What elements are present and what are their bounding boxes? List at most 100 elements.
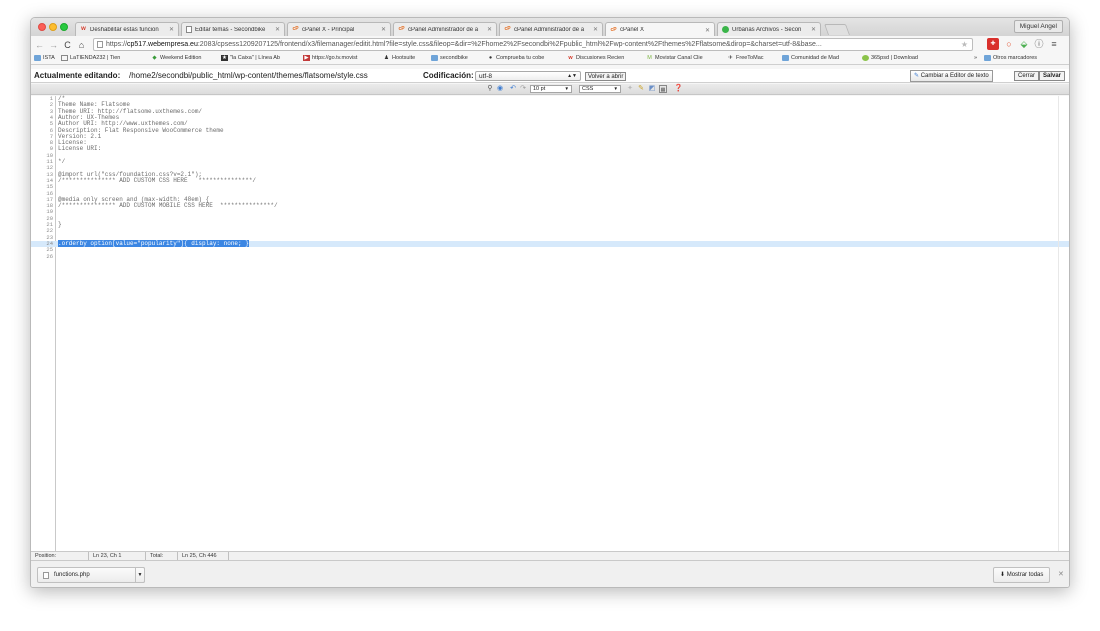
switch-editor-button[interactable]: ✎ Cambiar a Editor de texto [910, 70, 993, 82]
w-icon: w [568, 55, 573, 61]
browser-tab[interactable]: Urbanas Archivos - Secon ✕ [717, 22, 821, 36]
address-bar[interactable]: https://cp517.webempresa.eu:2083/cpsess1… [93, 38, 973, 51]
bookmark-item[interactable]: Comunidad de Mad [782, 55, 839, 61]
code-line[interactable]: 22 [31, 228, 1069, 234]
folder-icon [984, 55, 991, 61]
navigation-bar: ← → C ⌂ https://cp517.webempresa.eu:2083… [31, 36, 1069, 53]
encoding-select[interactable]: utf-8 ▲▼ [475, 71, 581, 81]
code-line[interactable]: 25 [31, 247, 1069, 253]
bookmarks-overflow[interactable]: » [974, 55, 977, 61]
close-button[interactable]: Cerrar [1014, 71, 1040, 81]
file-icon [43, 572, 49, 579]
bookmark-item[interactable]: M Movistar Canal Clie [646, 55, 702, 61]
code-line[interactable]: 19 [31, 209, 1069, 215]
bookmark-item[interactable]: ISTA [34, 55, 55, 61]
download-icon: ⬇ [1000, 572, 1006, 578]
browser-tab[interactable]: w Deshabilitar estas funcion ✕ [75, 22, 179, 36]
zoom-window-button[interactable] [60, 23, 68, 31]
redo-icon[interactable]: ↷ [519, 85, 527, 93]
back-icon[interactable]: ← [34, 40, 45, 50]
browser-tab[interactable]: cP cPanel X - Principal ✕ [287, 22, 391, 36]
chevron-down-icon[interactable]: ▼ [135, 567, 145, 583]
code-line[interactable]: 8 License: [31, 140, 1069, 146]
browser-tab[interactable]: cP cPanel Administrador de a ✕ [393, 22, 497, 36]
folder-icon [431, 55, 438, 61]
new-tab-button[interactable] [823, 24, 851, 35]
bookmark-item[interactable]: 365psd | Download [862, 55, 918, 61]
code-line[interactable]: 14/*************** ADD CUSTOM CSS HERE *… [31, 177, 1069, 184]
download-item[interactable]: functions.php ▼ [37, 567, 145, 583]
code-line[interactable]: 26 [31, 253, 1069, 260]
psd-icon [862, 55, 869, 61]
chevron-down-icon: ▼ [613, 86, 618, 91]
font-size-select[interactable]: 10 pt ▼ [530, 85, 572, 93]
chevron-down-icon: ▲▼ [567, 73, 577, 79]
show-all-button[interactable]: ⬇ Mostrar todas [993, 567, 1051, 583]
close-window-button[interactable] [38, 23, 46, 31]
close-icon[interactable]: ✕ [1058, 570, 1064, 578]
code-line[interactable]: 15 [31, 184, 1069, 190]
page-icon [61, 55, 68, 61]
close-icon[interactable]: ✕ [275, 26, 280, 33]
code-line[interactable]: 3 Theme URI: http://flatsome.uxthemes.com… [31, 108, 1069, 115]
highlight-icon[interactable]: ✦ [626, 85, 634, 93]
folder-icon [782, 55, 789, 61]
search-icon[interactable]: ⚲ [486, 85, 494, 93]
code-line[interactable]: 6 Description: Flat Responsive WooCommerc… [31, 127, 1069, 134]
bookmark-item[interactable]: ● Comprueba tu cobe [487, 55, 544, 61]
code-line[interactable]: 10 [31, 152, 1069, 159]
cpanel-icon: cP [292, 26, 299, 32]
undo-icon[interactable]: ↶ [509, 85, 517, 93]
opera-icon[interactable]: ○ [1003, 38, 1015, 50]
reload-icon[interactable]: C [62, 40, 73, 50]
bookmark-item[interactable]: ◆ Weekend Edition [151, 55, 201, 61]
browser-tab[interactable]: cP cPanel Administrador de a ✕ [499, 22, 603, 36]
code-line[interactable]: 11 */ [31, 159, 1069, 165]
cpanel-icon: cP [610, 26, 617, 33]
code-line[interactable]: 7 Version: 2.1 [31, 133, 1069, 140]
save-button[interactable]: Salvar [1039, 71, 1066, 81]
bookmark-item[interactable]: ▶ https://go.tv.movist [303, 55, 357, 61]
bookmark-item[interactable]: ★ "la Caixa" | Línea Ab [221, 55, 280, 61]
reopen-button[interactable]: Volver a abrir [585, 72, 627, 81]
pencil-icon[interactable]: ✎ [637, 85, 645, 93]
code-line[interactable]: 9 License URI: [31, 146, 1069, 152]
pocket-icon[interactable]: ⬙ [1018, 38, 1030, 50]
fullscreen-icon[interactable]: ◩ [648, 85, 656, 93]
code-line[interactable]: 21} [31, 222, 1069, 228]
bookmark-star-icon[interactable]: ★ [961, 39, 968, 50]
code-line[interactable]: 1/* [31, 96, 1069, 102]
info-icon[interactable]: ⓘ [1033, 38, 1045, 50]
apple-icon: ● [488, 55, 493, 61]
code-line[interactable]: 20 [31, 215, 1069, 222]
bookmark-item[interactable]: ♟ Hootsuite [383, 55, 415, 61]
w-icon: w [81, 26, 86, 32]
code-editor[interactable]: 1/* 2 Theme Name: Flatsome 3 Theme URI: http… [31, 96, 1069, 551]
bookmark-item[interactable]: LaTIENDA232 | Tien [61, 55, 120, 61]
profile-button[interactable]: Miguel Angel [1013, 20, 1063, 33]
extension-icon[interactable]: ✚ [987, 38, 999, 50]
code-line[interactable]: 24 .orderby option[value="popularity"]{ d… [31, 239, 1069, 247]
close-icon[interactable]: ✕ [593, 26, 598, 33]
help-icon[interactable]: ❓ [674, 85, 683, 93]
code-line[interactable]: 18/*************** ADD CUSTOM MOBILE CSS… [31, 203, 1069, 209]
close-icon[interactable]: ✕ [169, 26, 174, 33]
forward-icon[interactable]: → [48, 40, 59, 50]
bookmark-item[interactable]: ✈ FreeToMac [727, 55, 763, 61]
goto-icon[interactable]: ◉ [496, 85, 504, 93]
close-icon[interactable]: ✕ [705, 27, 710, 34]
word-wrap-icon[interactable]: ▦ [659, 85, 667, 93]
bookmark-item[interactable]: Otros marcadores [984, 55, 1037, 61]
home-icon[interactable]: ⌂ [76, 40, 87, 50]
cpanel-icon: cP [398, 26, 405, 32]
syntax-select[interactable]: CSS ▼ [579, 85, 621, 93]
bookmark-item[interactable]: w Discusiones Recien [567, 55, 624, 61]
close-icon[interactable]: ✕ [487, 26, 492, 33]
menu-icon[interactable]: ≡ [1048, 38, 1060, 50]
browser-tab[interactable]: Editar temas - Secondbike ✕ [181, 22, 285, 36]
close-icon[interactable]: ✕ [381, 26, 386, 33]
minimize-window-button[interactable] [49, 23, 57, 31]
browser-tab-active[interactable]: cP cPanel X ✕ [605, 22, 715, 37]
close-icon[interactable]: ✕ [811, 26, 816, 33]
bookmark-item[interactable]: secondbike [431, 55, 468, 61]
